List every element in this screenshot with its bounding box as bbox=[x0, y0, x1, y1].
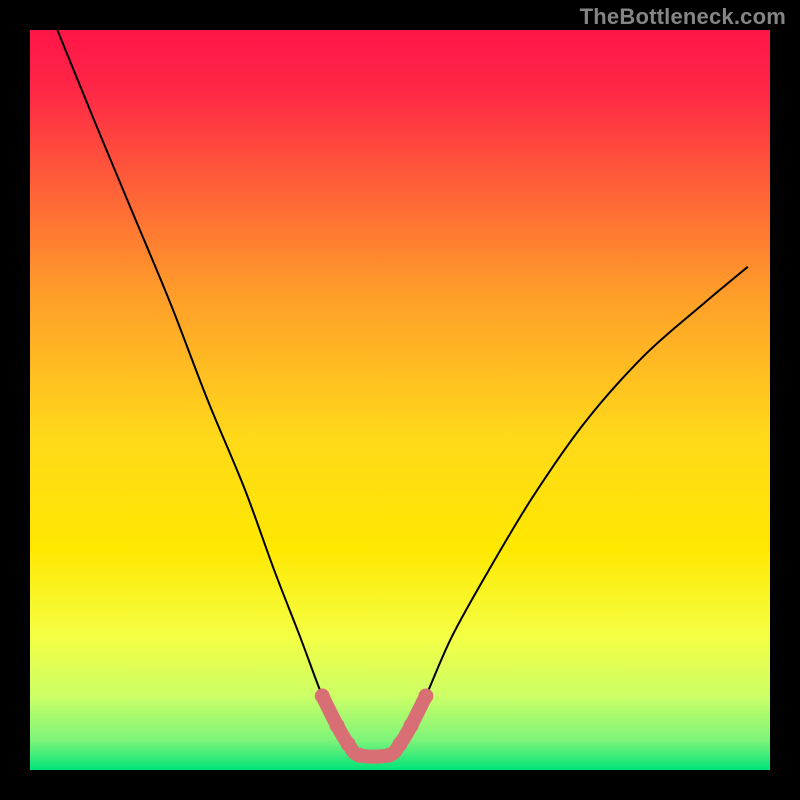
bottleneck-chart bbox=[0, 0, 800, 800]
chart-frame: { "watermark": "TheBottleneck.com", "cha… bbox=[0, 0, 800, 800]
gradient-background bbox=[30, 30, 770, 770]
watermark-text: TheBottleneck.com bbox=[580, 4, 786, 30]
